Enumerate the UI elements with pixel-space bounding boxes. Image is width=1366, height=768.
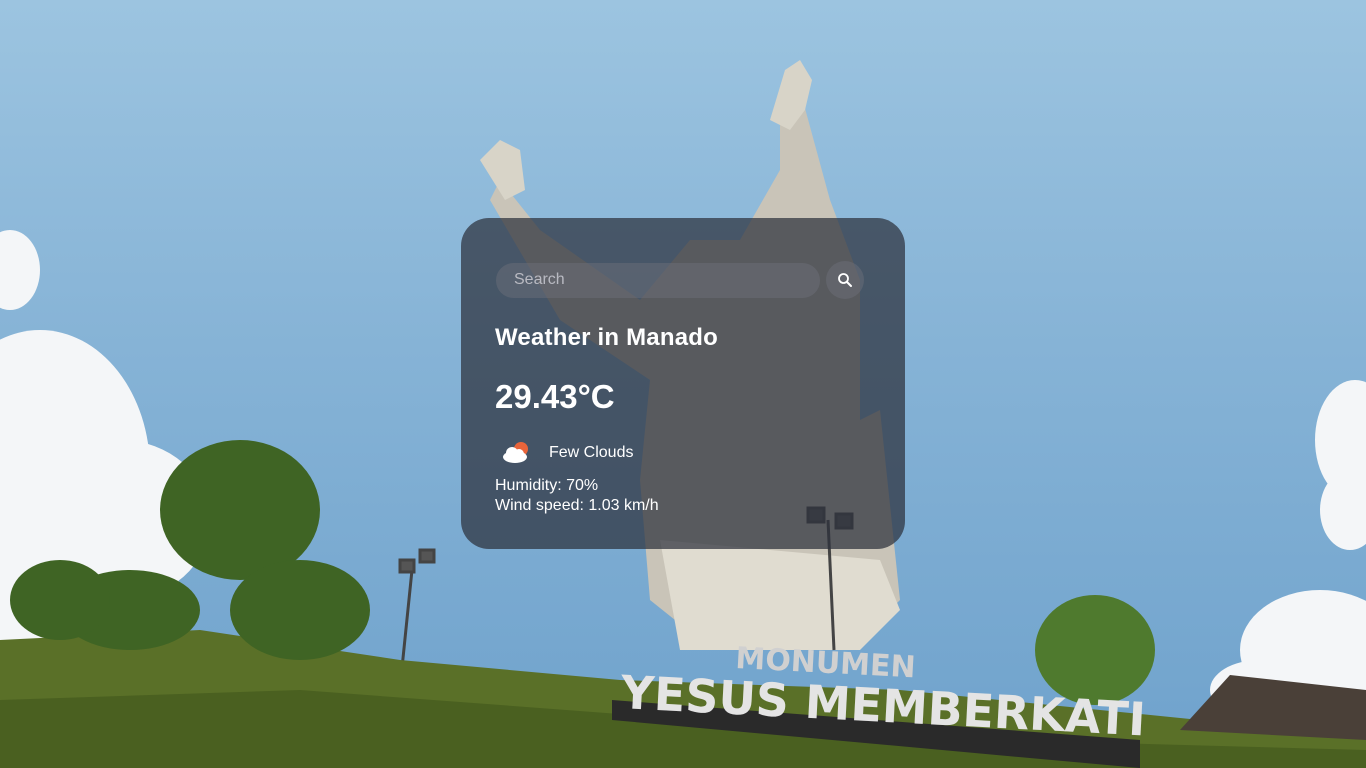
search-icon [838,273,852,287]
weather-stats: Humidity: 70% Wind speed: 1.03 km/h [495,476,659,516]
wind-speed: Wind speed: 1.03 km/h [495,497,659,514]
weather-card: Weather in Manado 29.43°C Few Clouds Hum… [461,218,905,549]
humidity: Humidity: 70% [495,477,599,494]
weather-app-page: YESUS MEMBERKATI MONUMEN Weather in Mana… [0,0,1366,768]
weather-description-row: Few Clouds [499,440,633,466]
search-input[interactable] [496,262,820,298]
city-title: Weather in Manado [495,324,718,351]
temperature: 29.43°C [495,378,615,415]
weather-description: Few Clouds [549,444,634,461]
search-button[interactable] [826,261,864,299]
few-clouds-icon [503,442,528,463]
search-bar [496,261,864,299]
cloud-right [1210,380,1366,720]
